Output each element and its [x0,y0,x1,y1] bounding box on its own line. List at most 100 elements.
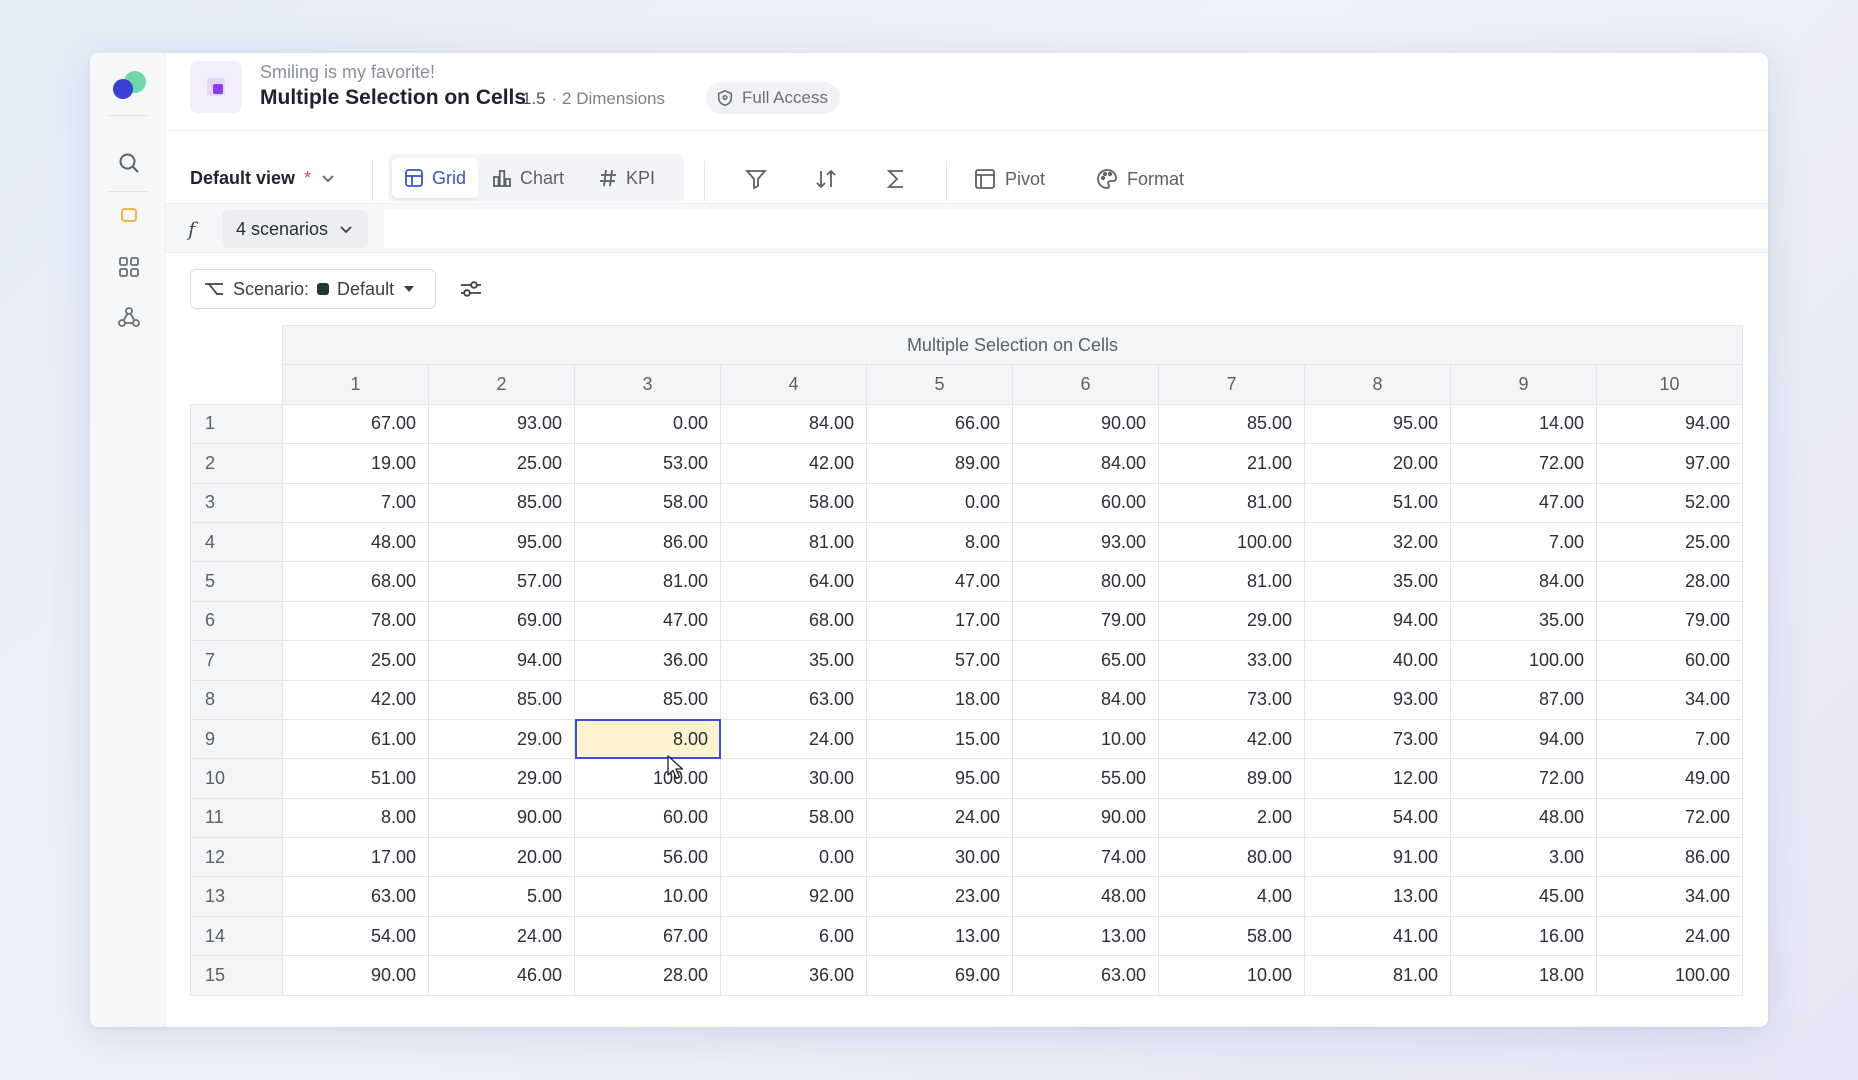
row-header[interactable]: 1 [190,403,283,445]
grid-cell[interactable]: 47.00 [1450,482,1597,523]
grid-cell[interactable]: 68.00 [282,561,429,602]
grid-cell[interactable]: 95.00 [1304,403,1451,445]
formula-input[interactable] [384,210,1768,248]
grid-cell[interactable]: 72.00 [1450,443,1597,484]
grid-cell[interactable]: 42.00 [282,679,429,720]
grid-cell[interactable]: 35.00 [1304,561,1451,602]
grid-cell[interactable]: 34.00 [1596,679,1743,720]
grid-cell[interactable]: 84.00 [1450,561,1597,602]
grid-cell[interactable]: 0.00 [866,482,1013,523]
grid-cell[interactable]: 35.00 [720,640,867,681]
grid-cell[interactable]: 94.00 [428,640,575,681]
grid-cell[interactable]: 95.00 [428,521,575,563]
grid-cell[interactable]: 4.00 [1158,876,1305,917]
grid-cell[interactable]: 81.00 [1304,955,1451,996]
grid-cell[interactable]: 23.00 [866,876,1013,917]
grid-cell[interactable]: 69.00 [428,600,575,642]
grid-cell[interactable]: 78.00 [282,600,429,642]
grid-cell[interactable]: 20.00 [1304,443,1451,484]
page-title[interactable]: Multiple Selection on Cells [260,86,526,110]
grid-cell[interactable]: 13.00 [1304,876,1451,917]
grid-cell[interactable]: 97.00 [1596,443,1743,484]
grid-cell[interactable]: 91.00 [1304,837,1451,878]
row-header[interactable]: 2 [190,443,283,484]
grid-cell[interactable]: 67.00 [282,403,429,445]
scenario-filter[interactable]: Scenario: Default [190,269,436,309]
apps-grid-icon[interactable] [113,251,145,283]
grid-cell[interactable]: 25.00 [428,443,575,484]
grid-cell[interactable]: 10.00 [574,876,721,917]
scenarios-dropdown[interactable]: 4 scenarios [222,210,369,248]
grid-cell[interactable]: 84.00 [1012,443,1159,484]
grid-cell[interactable]: 63.00 [720,679,867,720]
grid-cell[interactable]: 10.00 [1158,955,1305,996]
selected-cell[interactable]: 8.00 [574,718,721,760]
grid-cell[interactable]: 30.00 [866,837,1013,878]
row-header[interactable]: 6 [190,600,283,642]
column-header[interactable]: 1 [282,364,429,405]
grid-cell[interactable]: 100.00 [1158,521,1305,563]
grid-cell[interactable]: 48.00 [282,521,429,563]
row-header[interactable]: 15 [190,955,283,996]
row-header[interactable]: 12 [190,837,283,878]
grid-cell[interactable]: 28.00 [574,955,721,996]
grid-cell[interactable]: 19.00 [282,443,429,484]
grid-cell[interactable]: 72.00 [1596,797,1743,839]
grid-cell[interactable]: 56.00 [574,837,721,878]
grid-cell[interactable]: 81.00 [1158,561,1305,602]
grid-cell[interactable]: 51.00 [1304,482,1451,523]
grid-cell[interactable]: 29.00 [428,758,575,799]
grid-cell[interactable]: 36.00 [574,640,721,681]
grid-cell[interactable]: 61.00 [282,718,429,760]
scenario-settings-button[interactable] [454,272,488,306]
grid-cell[interactable]: 24.00 [866,797,1013,839]
row-header[interactable]: 13 [190,876,283,917]
pivot-button[interactable]: Pivot [974,159,1045,199]
grid-cell[interactable]: 90.00 [1012,797,1159,839]
grid-cell[interactable]: 13.00 [866,915,1013,957]
row-header[interactable]: 8 [190,679,283,720]
row-header[interactable]: 9 [190,718,283,760]
grid-cell[interactable]: 45.00 [1450,876,1597,917]
grid-cell[interactable]: 93.00 [1304,679,1451,720]
column-header[interactable]: 8 [1304,364,1451,405]
view-selector[interactable]: Default view * [190,158,336,198]
grid-cell[interactable]: 58.00 [1158,915,1305,957]
grid-cell[interactable]: 72.00 [1450,758,1597,799]
grid-cell[interactable]: 47.00 [574,600,721,642]
grid-cell[interactable]: 85.00 [428,482,575,523]
row-header[interactable]: 14 [190,915,283,957]
grid-cell[interactable]: 21.00 [1158,443,1305,484]
grid-cell[interactable]: 90.00 [428,797,575,839]
grid-cell[interactable]: 42.00 [1158,718,1305,760]
grid-cell[interactable]: 57.00 [428,561,575,602]
grid-cell[interactable]: 33.00 [1158,640,1305,681]
sort-button[interactable] [808,161,844,197]
grid-cell[interactable]: 13.00 [1012,915,1159,957]
grid-cell[interactable]: 69.00 [866,955,1013,996]
grid-cell[interactable]: 42.00 [720,443,867,484]
grid-cell[interactable]: 14.00 [1450,403,1597,445]
grid-cell[interactable]: 0.00 [720,837,867,878]
grid-cell[interactable]: 20.00 [428,837,575,878]
grid-cell[interactable]: 25.00 [282,640,429,681]
grid-cell[interactable]: 74.00 [1012,837,1159,878]
grid-cell[interactable]: 10.00 [1012,718,1159,760]
grid-cell[interactable]: 93.00 [428,403,575,445]
grid-cell[interactable]: 7.00 [282,482,429,523]
grid-cell[interactable]: 68.00 [720,600,867,642]
grid-cell[interactable]: 53.00 [574,443,721,484]
grid-cell[interactable]: 90.00 [1012,403,1159,445]
grid-cell[interactable]: 60.00 [574,797,721,839]
grid-cell[interactable]: 6.00 [720,915,867,957]
grid-cell[interactable]: 7.00 [1450,521,1597,563]
grid-cell[interactable]: 95.00 [866,758,1013,799]
aggregate-button[interactable] [878,161,914,197]
tab-chart[interactable]: Chart [480,158,576,198]
grid-cell[interactable]: 73.00 [1158,679,1305,720]
grid-cell[interactable]: 5.00 [428,876,575,917]
grid-cell[interactable]: 48.00 [1012,876,1159,917]
tab-kpi[interactable]: KPI [586,158,667,198]
note-icon[interactable] [113,199,145,231]
grid-cell[interactable]: 49.00 [1596,758,1743,799]
